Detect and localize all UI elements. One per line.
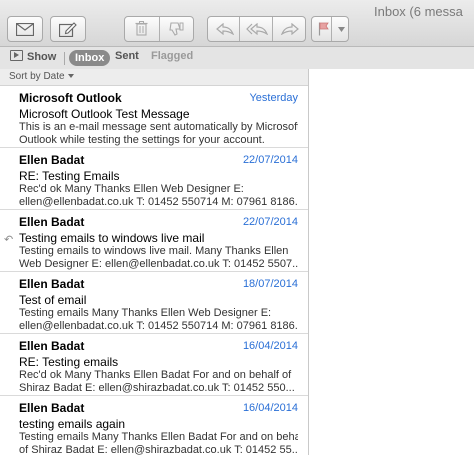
sort-label: Sort by Date <box>9 71 65 82</box>
message-sender: Ellen Badat <box>19 153 85 167</box>
filter-divider <box>64 52 65 65</box>
preview-line: Rec'd ok Many Thanks Ellen Web Designer … <box>19 183 244 195</box>
show-button[interactable]: Show <box>10 50 56 63</box>
flag-icon <box>318 22 330 36</box>
preview-line: Testing emails to windows live mail. Man… <box>19 245 289 257</box>
preview-line: Web Designer E: ellen@ellenbadat.co.uk T… <box>19 258 298 270</box>
message-date: 22/07/2014 <box>242 154 298 166</box>
filter-bar: Show Inbox Sent Flagged <box>0 47 474 70</box>
message-sender: Ellen Badat <box>19 277 85 291</box>
message-preview: Testing emails Many Thanks Ellen Badat F… <box>19 431 298 457</box>
preview-line: Outlook while testing the settings for y… <box>19 134 265 146</box>
segment-divider <box>159 17 160 41</box>
preview-line: Rec'd ok Many Thanks Ellen Badat For and… <box>19 369 292 381</box>
trash-icon[interactable] <box>135 21 148 36</box>
message-subject: RE: Testing emails <box>19 355 119 369</box>
preview-line: ellen@ellenbadat.co.uk T: 01452 550714 M… <box>19 196 298 208</box>
envelope-icon <box>16 22 34 36</box>
reply-all-icon[interactable] <box>246 23 268 35</box>
message-sender: Microsoft Outlook <box>19 91 122 105</box>
reading-pane <box>309 69 474 455</box>
message-sender: Ellen Badat <box>19 215 85 229</box>
message-row[interactable]: Ellen Badat 16/04/2014 testing emails ag… <box>0 396 308 457</box>
message-preview: This is an e-mail message sent automatic… <box>19 121 298 147</box>
sort-bar[interactable]: Sort by Date <box>0 69 308 86</box>
segment-divider <box>272 17 273 41</box>
message-preview: Rec'd ok Many Thanks Ellen Badat For and… <box>19 369 298 395</box>
segment-divider <box>239 17 240 41</box>
message-row[interactable]: Microsoft Outlook Yesterday Microsoft Ou… <box>0 86 308 148</box>
message-subject: Microsoft Outlook Test Message <box>19 107 190 121</box>
message-list: Sort by Date Microsoft Outlook Yesterday… <box>0 69 309 457</box>
preview-line: Testing emails Many Thanks Ellen Web Des… <box>19 307 272 319</box>
message-row[interactable]: ↶ Ellen Badat 22/07/2014 Testing emails … <box>0 210 308 272</box>
message-date: 16/04/2014 <box>242 340 298 352</box>
reply-icon[interactable] <box>216 23 234 35</box>
message-sender: Ellen Badat <box>19 339 85 353</box>
message-subject: Testing emails to windows live mail <box>19 231 205 245</box>
message-date: 16/04/2014 <box>242 402 298 414</box>
message-date: 18/07/2014 <box>242 278 298 290</box>
message-row[interactable]: Ellen Badat 22/07/2014 RE: Testing Email… <box>0 148 308 210</box>
flag-button[interactable] <box>311 16 349 42</box>
preview-line: ellen@ellenbadat.co.uk T: 01452 550714 M… <box>19 320 298 332</box>
message-date: 22/07/2014 <box>242 216 298 228</box>
toolbar: Inbox (6 messa <box>0 0 474 47</box>
show-panel-icon <box>10 50 23 61</box>
preview-line: Testing emails Many Thanks Ellen Badat F… <box>19 431 298 443</box>
message-preview: Testing emails Many Thanks Ellen Web Des… <box>19 307 298 333</box>
compose-icon <box>59 21 77 37</box>
message-date: Yesterday <box>249 92 298 104</box>
thumbs-down-icon[interactable] <box>169 22 184 36</box>
show-label: Show <box>27 51 57 63</box>
preview-line: Shiraz Badat E: ellen@shirazbadat.co.uk … <box>19 382 295 394</box>
reply-segment <box>207 16 306 42</box>
segment-divider <box>331 17 332 41</box>
message-subject: Test of email <box>19 293 87 307</box>
message-row[interactable]: Ellen Badat 18/07/2014 Test of email Tes… <box>0 272 308 334</box>
replied-icon: ↶ <box>4 234 14 246</box>
chevron-down-icon <box>67 74 74 78</box>
message-row[interactable]: Ellen Badat 16/04/2014 RE: Testing email… <box>0 334 308 396</box>
message-preview: Testing emails to windows live mail. Man… <box>19 245 298 271</box>
forward-icon[interactable] <box>281 23 299 35</box>
filter-inbox[interactable]: Inbox <box>69 50 111 66</box>
filter-sent[interactable]: Sent <box>115 50 139 62</box>
chevron-down-icon <box>338 27 345 32</box>
preview-line: of Shiraz Badat E: ellen@shirazbadat.co.… <box>19 444 298 456</box>
get-mail-button[interactable] <box>7 16 43 42</box>
sort-by-date[interactable]: Sort by Date <box>9 71 74 82</box>
message-subject: RE: Testing Emails <box>19 169 120 183</box>
message-preview: Rec'd ok Many Thanks Ellen Web Designer … <box>19 183 298 209</box>
message-subject: testing emails again <box>19 417 126 431</box>
message-sender: Ellen Badat <box>19 401 85 415</box>
filter-flagged[interactable]: Flagged <box>151 50 193 62</box>
preview-line: This is an e-mail message sent automatic… <box>19 121 298 133</box>
window-title: Inbox (6 messa <box>374 4 463 19</box>
compose-button[interactable] <box>50 16 86 42</box>
